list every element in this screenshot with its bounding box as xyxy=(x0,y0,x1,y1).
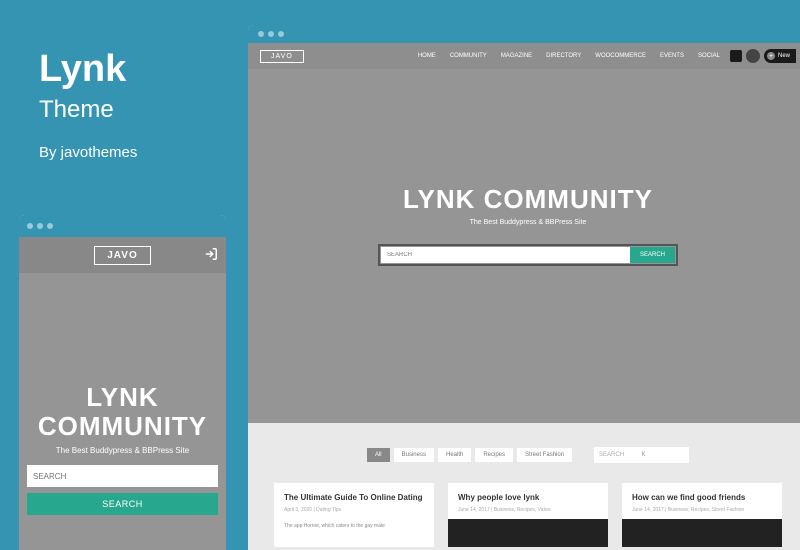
filter-search-placeholder: SEARCH xyxy=(599,452,642,458)
search-input[interactable] xyxy=(381,247,630,263)
hero: LYNK COMMUNITY The Best Buddypress & BBP… xyxy=(248,69,800,266)
hero-title: LYNK COMMUNITY xyxy=(19,383,226,440)
post-cards: The Ultimate Guide To Online Dating Apri… xyxy=(264,483,792,547)
post-image xyxy=(448,519,608,547)
nav-item-magazine[interactable]: MAGAZINE xyxy=(501,53,532,59)
filter-chip-street-fashion[interactable]: Street Fashion xyxy=(517,448,572,462)
mobile-viewport: JAVO LYNK COMMUNITY The Best Buddypress … xyxy=(19,237,226,550)
traffic-dot xyxy=(37,223,43,229)
traffic-dot xyxy=(258,31,264,37)
new-label: New xyxy=(778,53,790,59)
theme-author: By javothemes xyxy=(39,144,229,161)
traffic-dot xyxy=(268,31,274,37)
nav-item-woocommerce[interactable]: WOOCOMMERCE xyxy=(595,53,646,59)
theme-title: Lynk xyxy=(39,50,229,88)
post-title: How can we find good friends xyxy=(632,493,772,503)
post-card[interactable]: The Ultimate Guide To Online Dating Apri… xyxy=(274,483,434,547)
main-nav: JAVO HOME COMMUNITY MAGAZINE DIRECTORY W… xyxy=(248,43,800,69)
plus-icon: + xyxy=(767,52,775,60)
post-title: The Ultimate Guide To Online Dating xyxy=(284,493,424,503)
search-input[interactable] xyxy=(27,465,218,487)
hero-tagline: The Best Buddypress & BBPress Site xyxy=(19,446,226,455)
new-button[interactable]: + New xyxy=(764,49,796,63)
post-meta: June 14, 2017 | Business, Recipes, Video xyxy=(458,507,598,513)
mobile-preview: JAVO LYNK COMMUNITY The Best Buddypress … xyxy=(19,215,226,550)
nav-icons: + New xyxy=(730,49,796,63)
logo[interactable]: JAVO xyxy=(260,50,304,63)
kbd-shortcut: K xyxy=(642,452,685,458)
traffic-dot xyxy=(278,31,284,37)
mobile-header: JAVO xyxy=(19,237,226,273)
filter-chip-recipes[interactable]: Recipes xyxy=(475,448,513,462)
theme-subtitle: Theme xyxy=(39,96,229,124)
hero-title: LYNK COMMUNITY xyxy=(248,184,800,215)
avatar[interactable] xyxy=(746,49,760,63)
post-image xyxy=(622,519,782,547)
search-button[interactable]: SEARCH xyxy=(630,247,675,263)
nav-item-events[interactable]: EVENTS xyxy=(660,53,684,59)
filter-search[interactable]: SEARCH K xyxy=(594,447,689,463)
hero-tagline: The Best Buddypress & BBPress Site xyxy=(248,219,800,226)
post-card[interactable]: How can we find good friends June 14, 20… xyxy=(622,483,782,547)
desktop-hero: JAVO HOME COMMUNITY MAGAZINE DIRECTORY W… xyxy=(248,43,800,423)
traffic-dot xyxy=(27,223,33,229)
filter-chip-all[interactable]: All xyxy=(367,448,390,462)
post-meta: April 3, 2020 | Dating Tips xyxy=(284,507,424,513)
post-excerpt: The app Hornet, which caters to the gay … xyxy=(284,523,424,530)
search-row: SEARCH xyxy=(378,244,678,266)
nav-links: HOME COMMUNITY MAGAZINE DIRECTORY WOOCOM… xyxy=(418,53,720,59)
mobile-titlebar xyxy=(19,215,226,237)
nav-item-home[interactable]: HOME xyxy=(418,53,436,59)
post-meta: June 14, 2017 | Business, Recipes, Stree… xyxy=(632,507,772,513)
nav-item-directory[interactable]: DIRECTORY xyxy=(546,53,581,59)
filter-chip-health[interactable]: Health xyxy=(438,448,471,462)
post-title: Why people love lynk xyxy=(458,493,598,503)
notification-icon[interactable] xyxy=(730,50,742,62)
filter-row: All Business Health Recipes Street Fashi… xyxy=(264,447,792,463)
search-wrapper xyxy=(27,465,218,487)
search-button[interactable]: SEARCH xyxy=(27,493,218,515)
desktop-titlebar xyxy=(248,25,800,43)
content-area: All Business Health Recipes Street Fashi… xyxy=(248,423,800,550)
nav-item-social[interactable]: SOCIAL xyxy=(698,53,720,59)
traffic-dot xyxy=(47,223,53,229)
login-icon[interactable] xyxy=(204,247,218,261)
theme-info: Lynk Theme By javothemes xyxy=(39,50,229,161)
logo[interactable]: JAVO xyxy=(94,246,151,265)
post-card[interactable]: Why people love lynk June 14, 2017 | Bus… xyxy=(448,483,608,547)
nav-item-community[interactable]: COMMUNITY xyxy=(450,53,487,59)
desktop-preview: JAVO HOME COMMUNITY MAGAZINE DIRECTORY W… xyxy=(248,25,800,550)
filter-chip-business[interactable]: Business xyxy=(394,448,434,462)
